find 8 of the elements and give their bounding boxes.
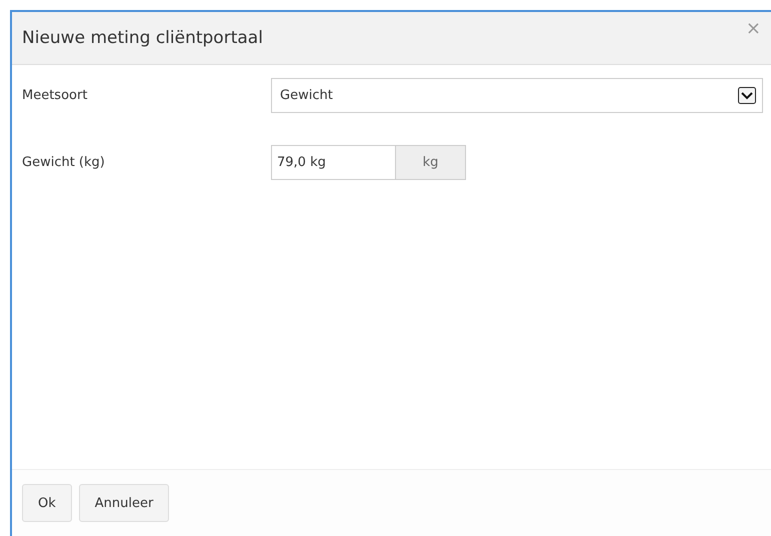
dialog-button[interactable]: Ok: [22, 484, 72, 522]
weight-input[interactable]: 79,0 kg: [271, 145, 396, 180]
select-field[interactable]: Gewicht: [271, 78, 763, 113]
dialog-title: Nieuwe meting cliëntportaal: [22, 28, 263, 48]
dialog-button[interactable]: Annuleer: [78, 484, 170, 522]
field-label: Gewicht (kg): [22, 155, 106, 170]
field-label: Meetsoort: [22, 88, 88, 103]
unit-addon: kg: [396, 145, 466, 180]
